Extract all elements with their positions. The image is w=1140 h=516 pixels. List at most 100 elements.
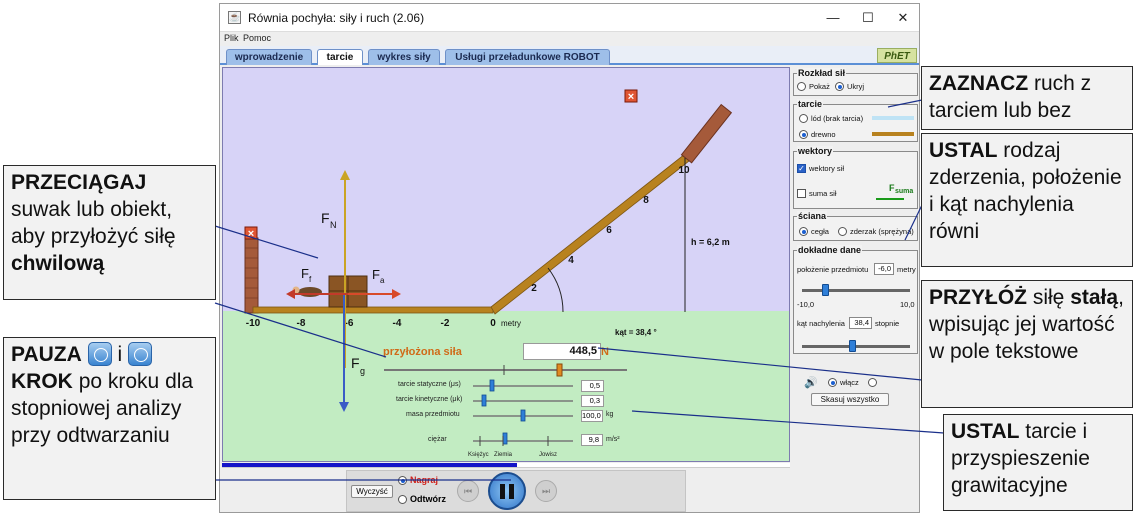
position-slider-knob[interactable] <box>822 284 829 296</box>
sum-forces-label: suma sił <box>809 189 837 198</box>
pause-mini-icon <box>87 342 112 366</box>
static-friction-label: tarcie statyczne (μs) <box>398 381 461 388</box>
sum-forces-checkbox[interactable] <box>797 189 806 198</box>
step-forward-icon[interactable]: ⏭ <box>535 480 557 502</box>
wood-radio[interactable] <box>799 130 808 139</box>
angle-slider-track[interactable] <box>802 345 910 348</box>
vectors-title: wektory <box>797 146 834 156</box>
menu-help[interactable]: Pomoc <box>243 33 271 43</box>
angle-input-label: kąt nachylenia <box>797 319 845 328</box>
applied-force-label: F <box>372 267 380 282</box>
callout-step-title: KROK <box>11 370 73 393</box>
callout-apply-emphasis: stałą <box>1070 286 1119 309</box>
right-brick-wall <box>680 103 733 164</box>
exact-data-group: dokładne dane położenie przedmiotu -6,0 … <box>793 245 918 354</box>
record-radio[interactable] <box>398 476 407 485</box>
tab-friction[interactable]: tarcie <box>317 49 363 65</box>
callout-drag-text: suwak lub obiekt, aby przyłożyć siłę <box>11 198 176 248</box>
position-max-label: 10,0 <box>900 300 915 309</box>
ramp-plank[interactable] <box>490 153 690 315</box>
wood-swatch <box>872 132 914 136</box>
rewind-icon[interactable]: ⏮ <box>457 480 479 502</box>
gravity-force-label: F <box>351 355 360 371</box>
tab-force-graph[interactable]: wykres siły <box>368 49 440 65</box>
record-label: Nagraj <box>410 475 439 485</box>
speaker-icon[interactable]: 🔊 <box>804 376 818 389</box>
tab-robot-moving[interactable]: Usługi przeładunkowe ROBOT <box>445 49 610 65</box>
friction-force-label: F <box>301 266 309 281</box>
callout-set-friction: USTAL tarcie i przyspieszenie grawitacyj… <box>943 414 1133 511</box>
tab-introduction[interactable]: wprowadzenie <box>226 49 312 65</box>
callout-pause-step: PAUZA i KROK po kroku dla stopniowej ana… <box>3 337 216 500</box>
force-layout-hide-radio[interactable] <box>835 82 844 91</box>
gravity-mark-earth: Ziemia <box>494 452 513 458</box>
normal-force-label: F <box>321 210 330 226</box>
ice-radio[interactable] <box>799 114 808 123</box>
force-layout-show-radio[interactable] <box>797 82 806 91</box>
kinetic-friction-label: tarcie kinetyczne (μk) <box>396 396 463 403</box>
angle-label: kąt = 38,4 ° <box>615 328 657 337</box>
gravity-input[interactable]: 9,8 <box>581 434 603 446</box>
friction-group: tarcie lód (brak tarcia) drewno <box>793 99 918 142</box>
gravity-mark-moon: Księżyc <box>468 452 489 458</box>
callout-pause-title: PAUZA <box>11 343 82 366</box>
force-vectors-label: wektory sił <box>809 164 845 173</box>
angle-arc <box>547 267 564 313</box>
pause-icon[interactable] <box>488 472 526 510</box>
force-layout-show-label: Pokaż <box>809 82 830 91</box>
angle-input[interactable]: 38,4 <box>849 317 872 329</box>
playback-bar: Wyczyść Nagraj Odtwórz ⏮ ⏭ <box>222 463 790 512</box>
angle-slider-knob[interactable] <box>849 340 856 352</box>
wooden-crate[interactable] <box>328 275 368 308</box>
mass-knob[interactable] <box>520 409 526 422</box>
position-unit: metry <box>897 265 916 274</box>
brick-wall-radio[interactable] <box>799 227 808 236</box>
tick--8: -8 <box>297 318 306 329</box>
app-window: ☕ Równia pochyła: siły i ruch (2.06) — ☐… <box>219 3 920 513</box>
scene-canvas: × × -10 -8 -6 -4 -2 0 metry 2 4 6 8 10 h… <box>244 89 733 458</box>
force-vectors-checkbox[interactable]: ✓ <box>797 164 806 173</box>
playback-radio[interactable] <box>398 495 407 504</box>
callout-apply-force: PRZYŁÓŻ siłę stałą, wpisując jej wartość… <box>921 280 1133 408</box>
sound-on-radio[interactable] <box>828 378 837 387</box>
ice-swatch <box>872 116 914 120</box>
applied-force-slider-knob[interactable] <box>556 363 563 377</box>
kinetic-friction-knob[interactable] <box>481 394 487 407</box>
vectors-group: wektory ✓ wektory sił suma sił F suma <box>793 146 918 209</box>
floor-plank <box>252 306 494 314</box>
callout-apply-text-1: siłę <box>1032 286 1065 309</box>
playback-progress[interactable] <box>222 463 790 468</box>
mass-label: masa przedmiotu <box>406 411 460 418</box>
clear-button[interactable]: Wyczyść <box>351 485 393 498</box>
playback-progress-fill <box>222 463 518 467</box>
applied-force-unit: N <box>601 346 609 358</box>
bumper-wall-radio[interactable] <box>838 227 847 236</box>
gravity-mark-jupiter: Jowisz <box>539 452 557 458</box>
mass-input[interactable]: 100,0 <box>581 410 603 422</box>
reset-all-button[interactable]: Skasuj wszystko <box>811 393 889 406</box>
close-window-button[interactable]: ✕ <box>892 9 914 27</box>
applied-force-input[interactable]: 448,5 <box>523 343 601 360</box>
minimize-button[interactable]: — <box>822 9 844 27</box>
position-input[interactable]: -6,0 <box>874 263 894 275</box>
static-friction-knob[interactable] <box>489 379 495 392</box>
force-layout-hide-label: Ukryj <box>847 82 865 91</box>
menu-file[interactable]: Plik <box>224 33 239 43</box>
static-friction-input[interactable]: 0,5 <box>581 380 604 392</box>
kinetic-friction-input[interactable]: 0,3 <box>581 395 604 407</box>
callout-friction-title: USTAL <box>951 420 1020 443</box>
tick--2: -2 <box>441 318 450 329</box>
position-min-label: -10,0 <box>797 300 815 309</box>
ramp-tick-10: 10 <box>678 165 690 176</box>
gravity-knob[interactable] <box>502 432 508 445</box>
java-app-icon: ☕ <box>228 11 241 24</box>
sound-off-radio[interactable] <box>868 378 877 387</box>
force-layout-title: Rozkład sił <box>797 68 847 78</box>
sum-force-arrow-icon <box>876 198 904 200</box>
maximize-button[interactable]: ☐ <box>857 9 879 27</box>
callout-set-title: USTAL <box>929 139 998 162</box>
callout-apply-title: PRZYŁÓŻ <box>929 286 1027 309</box>
position-slider-track[interactable] <box>802 289 910 292</box>
callout-pause-and: i <box>117 343 123 366</box>
ramp-tick-2: 2 <box>531 283 537 294</box>
